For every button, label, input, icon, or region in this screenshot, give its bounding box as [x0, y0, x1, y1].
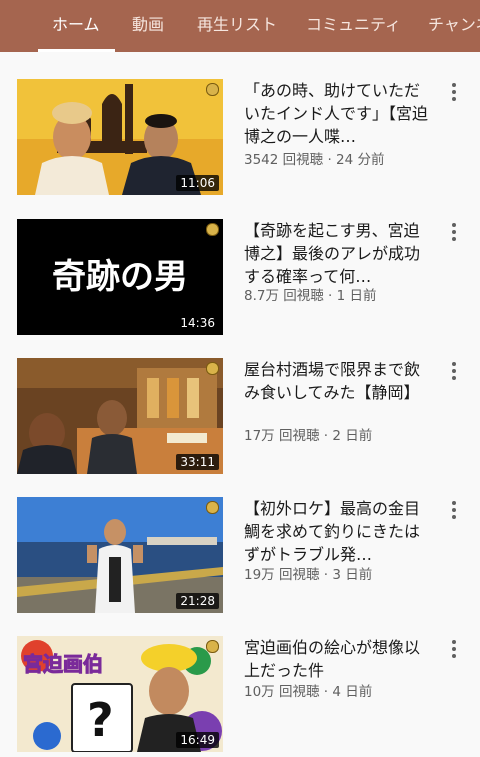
video-title[interactable]: 【奇跡を起こす男、宮迫博之】最後のアレが成功する確率って何…: [244, 219, 430, 288]
channel-watermark-icon: [206, 362, 219, 375]
channel-watermark-icon: [206, 83, 219, 96]
more-options-icon[interactable]: [446, 81, 462, 103]
video-meta: 3542 回視聴 · 24 分前: [244, 152, 385, 168]
thumbnail-caption: 宮迫画伯: [23, 652, 104, 677]
tab-playlists[interactable]: 再生リスト: [197, 0, 277, 52]
channel-tab-bar: ホーム 動画 再生リスト コミュニティ チャンネ: [0, 0, 480, 52]
video-duration: 16:49: [176, 732, 219, 748]
video-thumbnail[interactable]: 11:06: [17, 79, 223, 195]
video-duration: 14:36: [176, 315, 219, 331]
video-meta: 8.7万 回視聴 · 1 日前: [244, 288, 377, 304]
tab-home[interactable]: ホーム: [52, 0, 100, 52]
video-title[interactable]: 宮迫画伯の絵心が想像以上だった件: [244, 636, 430, 682]
video-title[interactable]: 【初外ロケ】最高の金目鯛を求めて釣りにきたはずがトラブル発…: [244, 497, 430, 566]
tab-channels[interactable]: チャンネ: [428, 0, 480, 52]
video-list-item[interactable]: ? 宮迫画伯 16:49 宮迫画伯の絵心が想像以上だった件 10万 回視聴 · …: [0, 636, 480, 752]
tab-community[interactable]: コミュニティ: [306, 0, 401, 52]
video-duration: 33:11: [176, 454, 219, 470]
video-duration: 21:28: [176, 593, 219, 609]
channel-watermark-icon: [206, 501, 219, 514]
svg-text:?: ?: [87, 693, 114, 747]
video-thumbnail[interactable]: ? 宮迫画伯 16:49: [17, 636, 223, 752]
tab-videos[interactable]: 動画: [132, 0, 164, 52]
video-thumbnail[interactable]: 33:11: [17, 358, 223, 474]
video-title[interactable]: 屋台村酒場で限界まで飲み食いしてみた【静岡】: [244, 358, 430, 404]
channel-watermark-icon: [206, 640, 219, 653]
video-list-item[interactable]: 11:06 「あの時、助けていただいたインド人です」【宮迫博之の一人喋… 354…: [0, 79, 480, 197]
video-meta: 19万 回視聴 · 3 日前: [244, 567, 373, 583]
video-duration: 11:06: [176, 175, 219, 191]
video-list-item[interactable]: 21:28 【初外ロケ】最高の金目鯛を求めて釣りにきたはずがトラブル発… 19万…: [0, 497, 480, 615]
active-tab-indicator: [38, 49, 115, 52]
more-options-icon[interactable]: [446, 499, 462, 521]
video-list-item[interactable]: 奇跡の男 14:36 【奇跡を起こす男、宮迫博之】最後のアレが成功する確率って何…: [0, 219, 480, 337]
video-thumbnail[interactable]: 奇跡の男 14:36: [17, 219, 223, 335]
video-list-item[interactable]: 33:11 屋台村酒場で限界まで飲み食いしてみた【静岡】 17万 回視聴 · 2…: [0, 358, 480, 476]
more-options-icon[interactable]: [446, 638, 462, 660]
video-thumbnail[interactable]: 21:28: [17, 497, 223, 613]
video-title[interactable]: 「あの時、助けていただいたインド人です」【宮迫博之の一人喋…: [244, 79, 430, 148]
channel-watermark-icon: [206, 223, 219, 236]
video-meta: 17万 回視聴 · 2 日前: [244, 428, 373, 444]
thumbnail-caption: 奇跡の男: [52, 257, 188, 297]
more-options-icon[interactable]: [446, 221, 462, 243]
video-meta: 10万 回視聴 · 4 日前: [244, 684, 373, 700]
more-options-icon[interactable]: [446, 360, 462, 382]
